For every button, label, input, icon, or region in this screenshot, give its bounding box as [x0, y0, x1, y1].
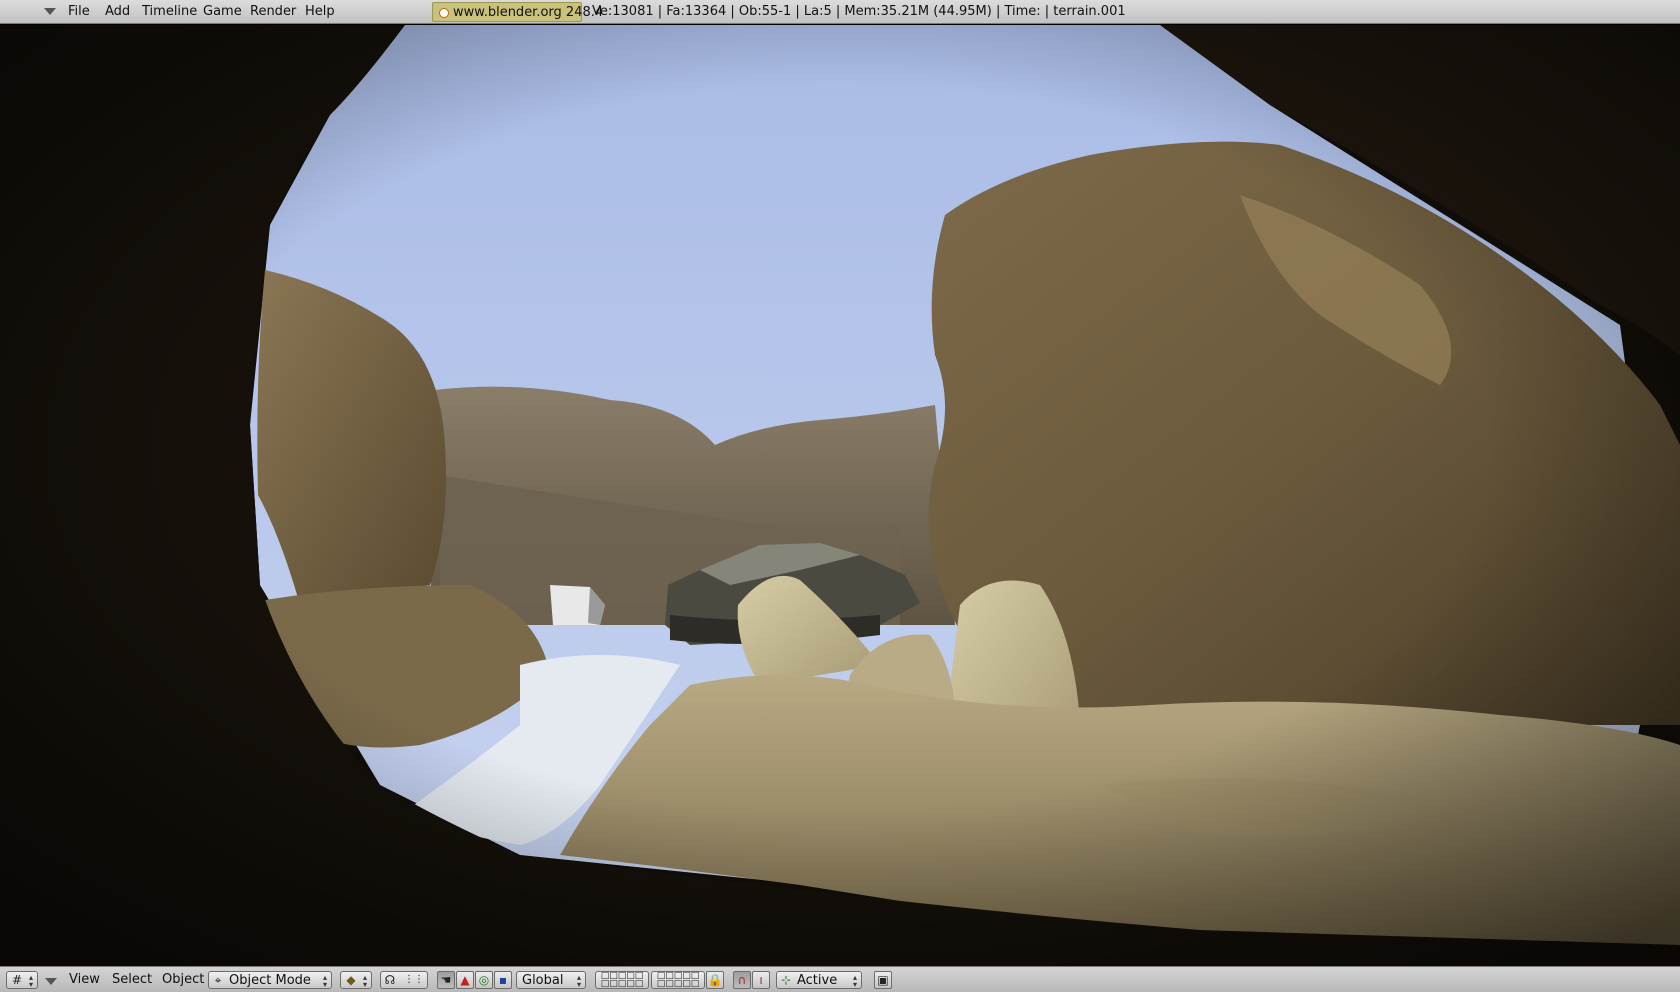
menu-file[interactable]: File: [68, 4, 90, 19]
square-icon: ▪: [498, 973, 508, 987]
circle-icon: ◎: [478, 973, 490, 987]
lock-layers-toggle[interactable]: 🔒: [706, 971, 724, 989]
render-icon: ▣: [877, 973, 889, 987]
menu-select[interactable]: Select: [112, 972, 152, 987]
menu-add[interactable]: Add: [105, 4, 130, 19]
lock-icon: 🔒: [707, 973, 723, 987]
blender-version-label: www.blender.org 248.4: [453, 5, 604, 20]
grid-icon: #: [11, 973, 23, 987]
manipulator-toggle[interactable]: ☚: [437, 971, 455, 989]
mode-select[interactable]: ⌖ Object Mode ▴ ▾: [208, 971, 332, 989]
updown-arrows-icon: ▴ ▾: [362, 973, 367, 989]
pivot-select[interactable]: ☊ ⋮⋮: [380, 971, 428, 989]
menu-collapse-icon[interactable]: [44, 8, 56, 15]
scale-toggle[interactable]: ▪: [494, 971, 512, 989]
menu-timeline[interactable]: Timeline: [142, 4, 197, 19]
pivot-icon: ☊: [384, 973, 396, 987]
blender-version-badge[interactable]: www.blender.org 248.4: [432, 2, 603, 22]
snap-target-select[interactable]: ⊹ Active ▴ ▾: [776, 971, 862, 989]
magnet-icon: ∩: [737, 973, 747, 987]
updown-arrows-icon: ▴ ▾: [322, 973, 327, 989]
layers-icon: □□□□□ □□□□□: [600, 971, 644, 989]
orientation-label: Global: [522, 973, 564, 988]
menu-game[interactable]: Game: [203, 4, 242, 19]
draw-type-select[interactable]: ◆ ▴ ▾: [340, 971, 372, 989]
menu-collapse-icon[interactable]: [45, 978, 57, 985]
layers-icon: □□□□□ □□□□□: [656, 971, 700, 989]
arrow-icon: ▲: [460, 973, 470, 987]
editor-type-button[interactable]: # ▴ ▾: [6, 971, 38, 989]
menu-render[interactable]: Render: [250, 4, 296, 19]
snap-toggle[interactable]: ∩: [733, 971, 751, 989]
snap-target-icon: ⊹: [780, 973, 792, 987]
updown-arrows-icon: ▴ ▾: [576, 973, 581, 989]
mode-select-label: Object Mode: [229, 973, 311, 988]
updown-arrows-icon: ▴ ▾: [852, 973, 857, 989]
object-mode-icon: ⌖: [214, 973, 222, 987]
draw-type-icon: ◆: [346, 973, 356, 987]
menu-view[interactable]: View: [69, 972, 100, 987]
snap-target-label: Active: [797, 973, 838, 988]
menu-help[interactable]: Help: [305, 4, 335, 19]
hand-icon: ☚: [440, 973, 452, 987]
proportional-icon: ı: [759, 973, 763, 987]
updown-arrows-icon: ▴ ▾: [28, 973, 33, 989]
translate-toggle[interactable]: ▲: [456, 971, 474, 989]
layers-block-2[interactable]: □□□□□ □□□□□: [651, 971, 705, 989]
grid-snap-icon: ⋮⋮: [404, 974, 424, 985]
orientation-select[interactable]: Global ▴ ▾: [516, 971, 586, 989]
scene-stats: Ve:13081 | Fa:13364 | Ob:55-1 | La:5 | M…: [592, 4, 1126, 19]
render-preview-button[interactable]: ▣: [874, 971, 892, 989]
info-header: File Add Timeline Game Render Help www.b…: [0, 0, 1680, 24]
layers-block-1[interactable]: □□□□□ □□□□□: [595, 971, 649, 989]
viewport-render: [0, 25, 1680, 966]
menu-object[interactable]: Object: [162, 972, 204, 987]
3d-viewport[interactable]: [0, 25, 1680, 966]
3d-view-header: # ▴ ▾ View Select Object ⌖ Object Mode ▴ ▾…: [0, 966, 1680, 992]
rotate-toggle[interactable]: ◎: [475, 971, 493, 989]
blender-logo-icon: [439, 8, 449, 18]
proportional-toggle[interactable]: ı: [752, 971, 770, 989]
